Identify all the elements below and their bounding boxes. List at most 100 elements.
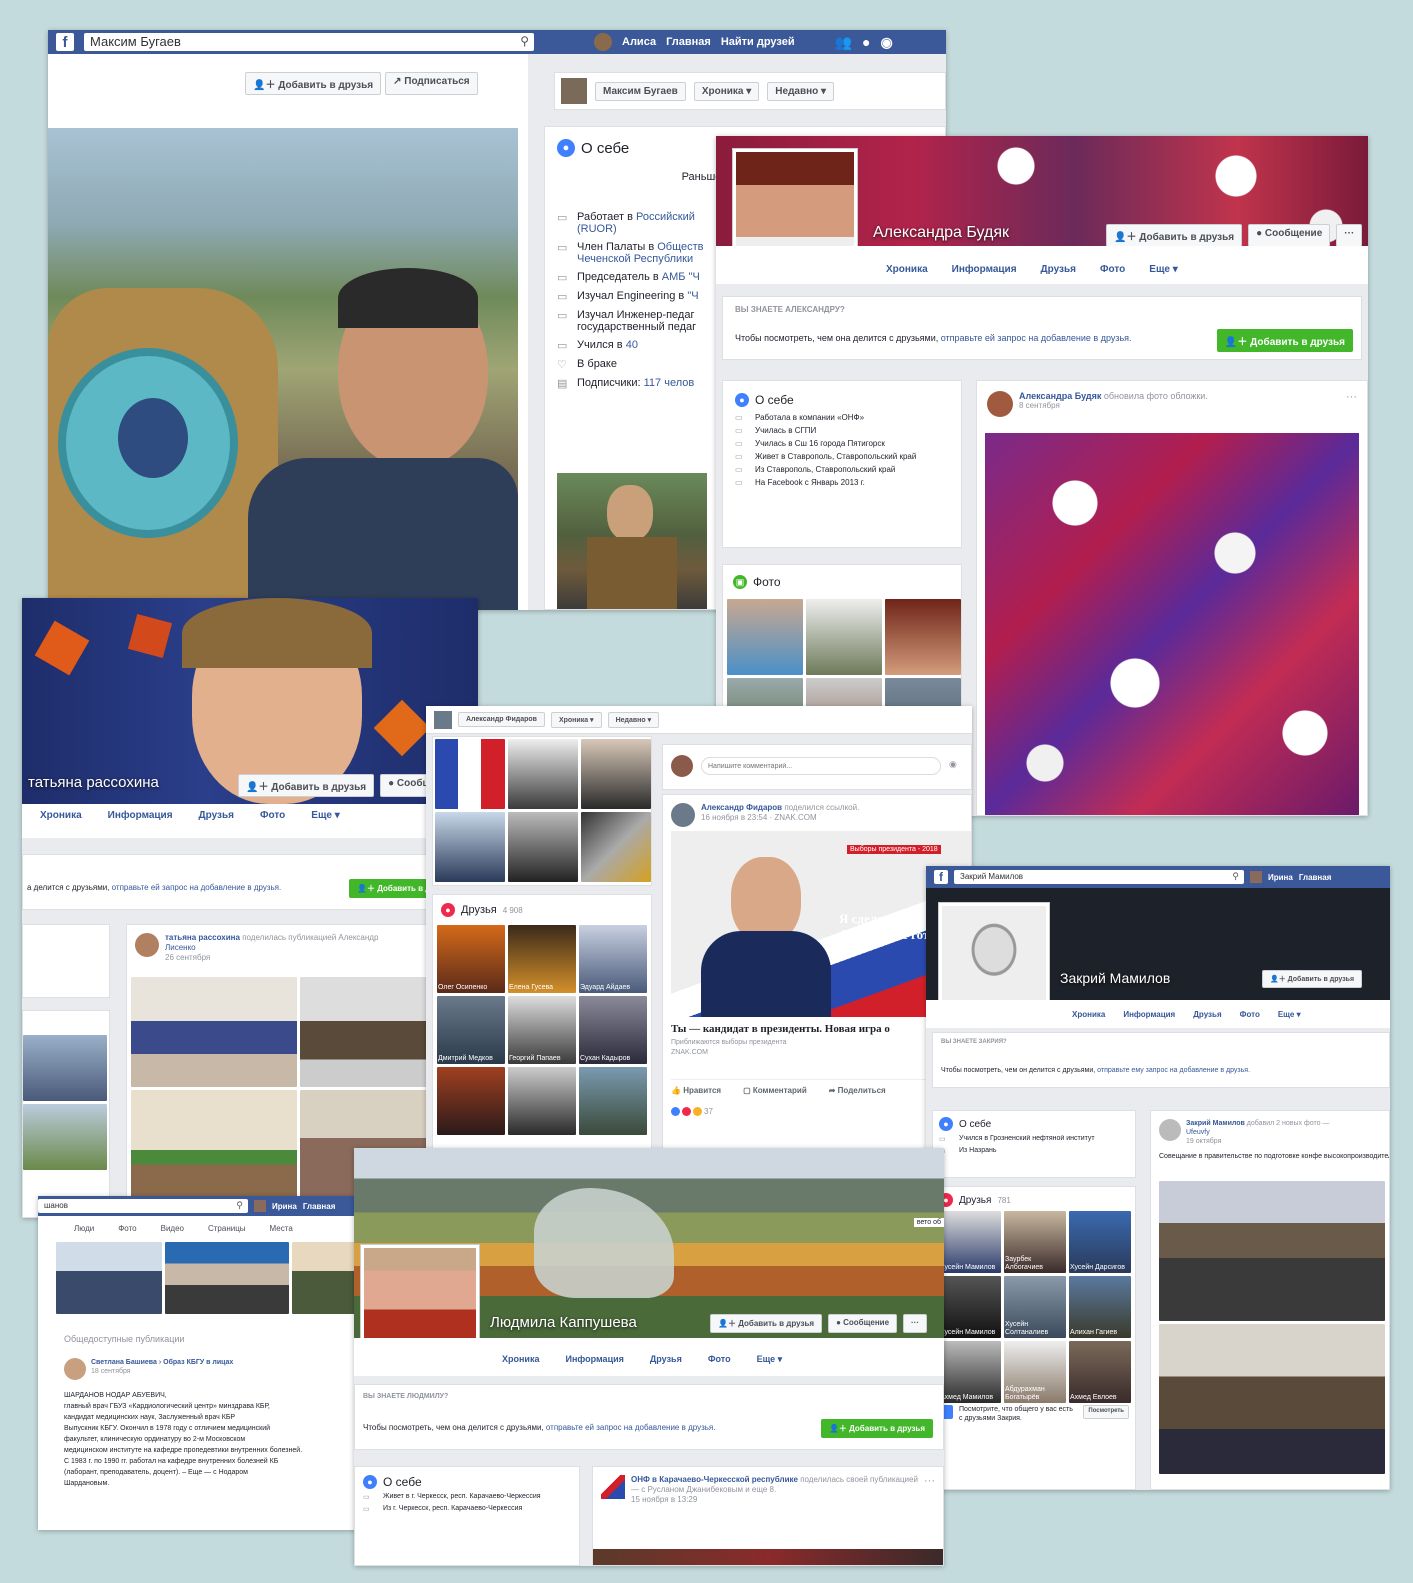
photo-grid[interactable] [435, 739, 651, 882]
tab-2[interactable]: Информация [108, 810, 173, 821]
comment-button[interactable]: ▢ Комментарий [743, 1086, 807, 1095]
nav-home-link[interactable]: Главная [1299, 873, 1332, 882]
add-friend-green-button[interactable]: 👤＋ Добавить в д [349, 879, 439, 898]
friends-grid[interactable]: Олег Осипенко Елена Гусева Эдуард Айдаев Дм… [437, 925, 647, 1135]
tab-2[interactable]: Фото [118, 1224, 136, 1233]
tab-5[interactable]: Еще ▾ [1149, 264, 1177, 275]
nav-profile-link[interactable]: Ирина [272, 1202, 297, 1211]
subnav-timeline-button[interactable]: Хроника ▾ [693, 81, 760, 101]
friend-tile[interactable]: Дмитрий Медков [437, 996, 505, 1064]
avatar[interactable] [1159, 1119, 1181, 1141]
subnav-recent-button[interactable]: Недавно ▾ [607, 711, 660, 728]
friend-request-link[interactable]: отправьте ему запрос на добавление в дру… [1097, 1067, 1250, 1074]
friend-tile[interactable]: Хусейн Солтаналиев [1004, 1276, 1066, 1338]
photo-grid[interactable] [23, 1035, 107, 1170]
tab-1[interactable]: Люди [74, 1224, 94, 1233]
avatar[interactable] [1250, 871, 1262, 883]
tab-3[interactable]: Друзья [199, 810, 234, 821]
friend-tile[interactable]: Елена Гусева [508, 925, 576, 993]
tab-2[interactable]: Информация [1123, 1010, 1175, 1019]
reactions-summary[interactable]: 37 [671, 1107, 713, 1116]
nav-home-link[interactable]: Главная [303, 1202, 336, 1211]
tab-3[interactable]: Друзья [650, 1354, 682, 1365]
add-friend-green-button[interactable]: 👤＋ Добавить в друзья [1216, 329, 1353, 352]
tab-1[interactable]: Хроника [886, 264, 928, 275]
tab-1[interactable]: Хроника [1072, 1010, 1105, 1019]
subscribe-button[interactable]: ↗ Подписаться [385, 72, 478, 95]
tab-3[interactable]: Друзья [1193, 1010, 1221, 1019]
facebook-logo-icon[interactable]: f [56, 33, 74, 51]
avatar[interactable] [987, 391, 1013, 417]
friend-tile[interactable]: Ахмед Евлоев [1069, 1341, 1131, 1403]
avatar[interactable] [254, 1200, 266, 1212]
post-group-link[interactable]: Образ КБГУ в лицах [163, 1359, 233, 1366]
nav-profile-link[interactable]: Ирина [1268, 873, 1293, 882]
photo-strip[interactable] [56, 1242, 374, 1314]
info-link[interactable]: "Ч [687, 290, 698, 302]
comment-input[interactable] [701, 757, 941, 775]
more-options-button[interactable]: ··· [903, 1314, 928, 1333]
add-friend-green-button[interactable]: 👤＋ Добавить в друзья [820, 1419, 933, 1438]
friend-tile[interactable] [579, 1067, 647, 1135]
tab-4[interactable]: Фото [1100, 264, 1125, 275]
friend-tile[interactable]: Сухан Кадыров [579, 996, 647, 1064]
post-photo[interactable] [48, 128, 518, 610]
add-friend-button[interactable]: 👤＋ Добавить в друзья [710, 1314, 823, 1333]
post-photo[interactable] [593, 1549, 943, 1565]
search-icon[interactable]: ⚲ [236, 1198, 243, 1212]
camera-icon[interactable]: ◉ [949, 759, 957, 770]
more-options-button[interactable]: ··· [1336, 224, 1363, 247]
share-button[interactable]: ➦ Поделиться [829, 1086, 886, 1095]
tab-2[interactable]: Информация [952, 264, 1017, 275]
avatar[interactable] [434, 710, 452, 729]
profile-picture[interactable] [938, 902, 1050, 1014]
tab-4[interactable]: Фото [1240, 1010, 1260, 1019]
tab-1[interactable]: Хроника [40, 810, 82, 821]
avatar[interactable] [671, 803, 695, 827]
nav-find-friends-link[interactable]: Найти друзей [721, 36, 795, 48]
avatar[interactable] [135, 933, 159, 957]
friend-tile[interactable]: Ахмед Мамилов [939, 1341, 1001, 1403]
info-link[interactable]: Российский [636, 211, 695, 223]
onf-logo-icon[interactable] [601, 1475, 625, 1499]
messages-icon[interactable]: ● [862, 34, 870, 50]
tab-3[interactable]: Видео [161, 1224, 184, 1233]
avatar[interactable] [561, 78, 587, 104]
post-photo-grid[interactable] [1159, 1181, 1385, 1474]
friend-requests-icon[interactable]: 👥 [835, 34, 852, 51]
post-author-link[interactable]: татьяна рассохина [165, 933, 240, 942]
profile-thumbnail[interactable] [557, 473, 707, 609]
nav-profile-link[interactable]: Алиса [622, 36, 656, 48]
subnav-timeline-button[interactable]: Хроника ▾ [550, 711, 602, 728]
post-author-link[interactable]: Александр Фидаров [701, 803, 782, 812]
tab-5[interactable]: Еще ▾ [311, 810, 339, 821]
friend-tile[interactable]: Эдуард Айдаев [579, 925, 647, 993]
subnav-name-button[interactable]: Максим Бугаев [595, 81, 686, 101]
tab-4[interactable]: Фото [260, 810, 285, 821]
info-link[interactable]: 117 челов [644, 377, 695, 389]
friend-request-link[interactable]: отправьте ей запрос на добавление в друз… [546, 1423, 716, 1432]
search-icon[interactable]: ⚲ [520, 32, 529, 50]
tab-5[interactable]: Места [270, 1224, 293, 1233]
message-button[interactable]: ● Сообщение [828, 1314, 898, 1333]
add-friend-button[interactable]: 👤＋ Добавить в друзья [245, 72, 382, 95]
friend-request-link[interactable]: отправьте ей запрос на добавление в друз… [941, 333, 1132, 343]
subnav-name-button[interactable]: Александр Фидаров [458, 712, 545, 727]
view-mutual-button[interactable]: Посмотреть [1083, 1405, 1129, 1419]
info-link[interactable]: АМБ "Ч [662, 271, 700, 283]
notifications-icon[interactable]: ◉ [881, 34, 893, 51]
friend-tile[interactable]: Хусейн Мамилов [939, 1276, 1001, 1338]
subnav-recent-button[interactable]: Недавно ▾ [767, 81, 835, 101]
tab-2[interactable]: Информация [565, 1354, 623, 1365]
friends-grid[interactable]: Хусейн Мамилов Заурбек Албогачиев Хусейн Д… [939, 1211, 1131, 1403]
info-link[interactable]: 40 [626, 339, 638, 351]
tab-5[interactable]: Еще ▾ [757, 1354, 783, 1365]
tab-4[interactable]: Страницы [208, 1224, 246, 1233]
friend-tile[interactable]: Георгий Папаев [508, 996, 576, 1064]
avatar[interactable] [594, 33, 612, 51]
friend-tile[interactable] [508, 1067, 576, 1135]
friend-tile[interactable]: Хусейн Дарсигов [1069, 1211, 1131, 1273]
search-icon[interactable]: ⚲ [1232, 869, 1239, 883]
post-author-link[interactable]: Закрий Мамилов [1186, 1120, 1245, 1127]
search-input[interactable]: Максим Бугаев ⚲ [84, 33, 534, 51]
